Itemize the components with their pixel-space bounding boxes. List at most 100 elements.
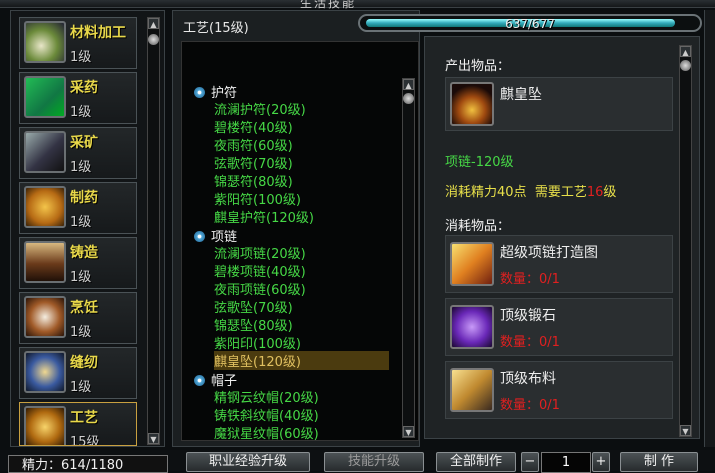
pickaxe-icon <box>24 131 66 173</box>
increase-quantity-button[interactable]: + <box>592 452 610 472</box>
recipe-item[interactable]: 精钢云纹帽(20级) <box>214 387 319 406</box>
recipe-detail-panel: 产出物品： 麒皇坠 项链-120级 消耗精力40点 需要工艺16级 消耗物品： … <box>424 36 700 439</box>
category-item-mining[interactable]: 采矿 1级 <box>19 127 137 179</box>
category-level: 15级 <box>70 435 100 446</box>
recipe-item[interactable]: 碧楼项链(40级) <box>214 261 306 280</box>
category-scrollbar[interactable]: ▲ ▼ <box>147 17 160 445</box>
scroll-down-icon[interactable]: ▼ <box>680 425 691 436</box>
item-type: 项链-120级 <box>445 155 514 170</box>
scroll-up-icon[interactable]: ▲ <box>403 79 414 90</box>
category-level: 1级 <box>70 325 92 340</box>
category-level: 1级 <box>70 215 92 230</box>
material-processing-icon <box>24 21 66 63</box>
category-name: 采矿 <box>70 135 98 151</box>
category-level: 1级 <box>70 50 92 65</box>
recipe-panel: 工艺(15级) 护符 流澜护符(20级) 碧楼符(40级) 夜雨符(60级) 弦… <box>172 10 420 447</box>
category-item-craft[interactable]: 工艺 15级 <box>19 402 137 446</box>
recipe-item[interactable]: 碧楼符(40级) <box>214 117 293 136</box>
skill-upgrade-button[interactable]: 技能升级 <box>324 452 424 472</box>
category-level: 1级 <box>70 270 92 285</box>
category-name: 工艺 <box>70 410 98 426</box>
material-slot[interactable]: 顶级布料 数量：0/1 <box>445 361 673 419</box>
scroll-down-icon[interactable]: ▼ <box>148 433 159 444</box>
category-item-material-processing[interactable]: 材料加工 1级 <box>19 17 137 69</box>
pendant-icon <box>450 82 494 126</box>
output-label: 产出物品： <box>445 59 511 74</box>
category-name: 铸造 <box>70 245 98 261</box>
output-item-slot[interactable]: 麒皇坠 <box>445 77 673 131</box>
detail-scrollbar[interactable]: ▲ ▼ <box>679 45 692 437</box>
material-slot[interactable]: 顶级锻石 数量：0/1 <box>445 298 673 356</box>
category-name: 材料加工 <box>70 25 126 41</box>
recipe-item[interactable]: 弦歌坠(70级) <box>214 297 293 316</box>
energy-cost: 消耗精力40点 <box>445 185 527 200</box>
medicine-jar-icon <box>24 186 66 228</box>
experience-bar: 637/677 <box>358 14 702 32</box>
scroll-blueprint-icon <box>450 242 494 286</box>
energy-readout: 精力：614/1180 <box>22 458 124 473</box>
recipe-item[interactable]: 锦瑟符(80级) <box>214 171 293 190</box>
skill-req-suffix: 级 <box>603 185 617 200</box>
recipe-item[interactable]: 夜雨项链(60级) <box>214 279 306 298</box>
decrease-quantity-button[interactable]: − <box>521 452 539 472</box>
collapse-icon[interactable] <box>194 375 205 386</box>
category-sidebar: 材料加工 1级 采药 1级 采矿 1级 制药 1级 铸造 1级 烹饪 1级 缝纫… <box>10 10 165 447</box>
scroll-thumb[interactable] <box>403 93 414 104</box>
recipe-item[interactable]: 流澜护符(20级) <box>214 99 306 118</box>
recipe-list: 护符 流澜护符(20级) 碧楼符(40级) 夜雨符(60级) 弦歌符(70级) … <box>181 41 419 441</box>
recipe-scrollbar[interactable]: ▲ ▼ <box>402 78 415 438</box>
collapse-icon[interactable] <box>194 231 205 242</box>
material-name: 顶级锻石 <box>500 308 556 324</box>
recipe-item-selected[interactable]: 麒皇坠(120级) <box>214 351 389 370</box>
category-level: 1级 <box>70 380 92 395</box>
category-name: 采药 <box>70 80 98 96</box>
recipe-item[interactable]: 流澜项链(20级) <box>214 243 306 262</box>
material-name: 超级项链打造图 <box>500 245 598 261</box>
experience-text: 637/677 <box>505 17 555 31</box>
material-name: 顶级布料 <box>500 371 556 387</box>
output-item-name: 麒皇坠 <box>500 87 542 103</box>
window-title-bar: 生活技能 <box>0 0 715 10</box>
category-item-cooking[interactable]: 烹饪 1级 <box>19 292 137 344</box>
recipe-item[interactable]: 夜雨符(60级) <box>214 135 293 154</box>
recipe-item[interactable]: 锦瑟坠(80级) <box>214 315 293 334</box>
category-name: 烹饪 <box>70 300 98 316</box>
skill-req-level: 16 <box>586 185 604 200</box>
scroll-thumb[interactable] <box>680 60 691 71</box>
recipe-item[interactable]: 铸铁斜纹帽(40级) <box>214 405 319 424</box>
herb-icon <box>24 76 66 118</box>
material-count: 数量：0/1 <box>500 398 560 413</box>
quantity-input[interactable]: 1 <box>541 452 591 473</box>
anvil-icon <box>24 241 66 283</box>
category-item-forging[interactable]: 铸造 1级 <box>19 237 137 289</box>
collapse-icon[interactable] <box>194 87 205 98</box>
skill-req-prefix: 需要工艺 <box>534 185 587 200</box>
material-count: 数量：0/1 <box>500 272 560 287</box>
make-button[interactable]: 制 作 <box>620 452 698 472</box>
forge-stone-icon <box>450 305 494 349</box>
category-item-herbalism[interactable]: 采药 1级 <box>19 72 137 124</box>
scroll-up-icon[interactable]: ▲ <box>148 18 159 29</box>
category-level: 1级 <box>70 105 92 120</box>
category-name: 缝纫 <box>70 355 98 371</box>
window-edge <box>704 10 715 447</box>
recipe-item[interactable]: 紫阳符(100级) <box>214 189 301 208</box>
career-upgrade-button[interactable]: 职业经验升级 <box>186 452 310 472</box>
scroll-down-icon[interactable]: ▼ <box>403 426 414 437</box>
recipe-item[interactable]: 麒皇护符(120级) <box>214 207 314 226</box>
scroll-thumb[interactable] <box>148 34 159 45</box>
recipe-item[interactable]: 魔狱星纹帽(60级) <box>214 423 319 440</box>
recipe-item[interactable]: 弦歌符(70级) <box>214 153 293 172</box>
category-name: 制药 <box>70 190 98 206</box>
requirements: 消耗精力40点 需要工艺16级 <box>445 181 616 200</box>
scroll-up-icon[interactable]: ▲ <box>680 46 691 57</box>
material-count: 数量：0/1 <box>500 335 560 350</box>
category-item-sewing[interactable]: 缝纫 1级 <box>19 347 137 399</box>
material-slot[interactable]: 超级项链打造图 数量：0/1 <box>445 235 673 293</box>
consume-label: 消耗物品： <box>445 219 511 234</box>
make-all-button[interactable]: 全部制作 <box>436 452 516 472</box>
category-item-pharmacy[interactable]: 制药 1级 <box>19 182 137 234</box>
cloth-icon <box>450 368 494 412</box>
craft-skill-title: 工艺(15级) <box>183 21 249 36</box>
recipe-item[interactable]: 紫阳印(100级) <box>214 333 301 352</box>
